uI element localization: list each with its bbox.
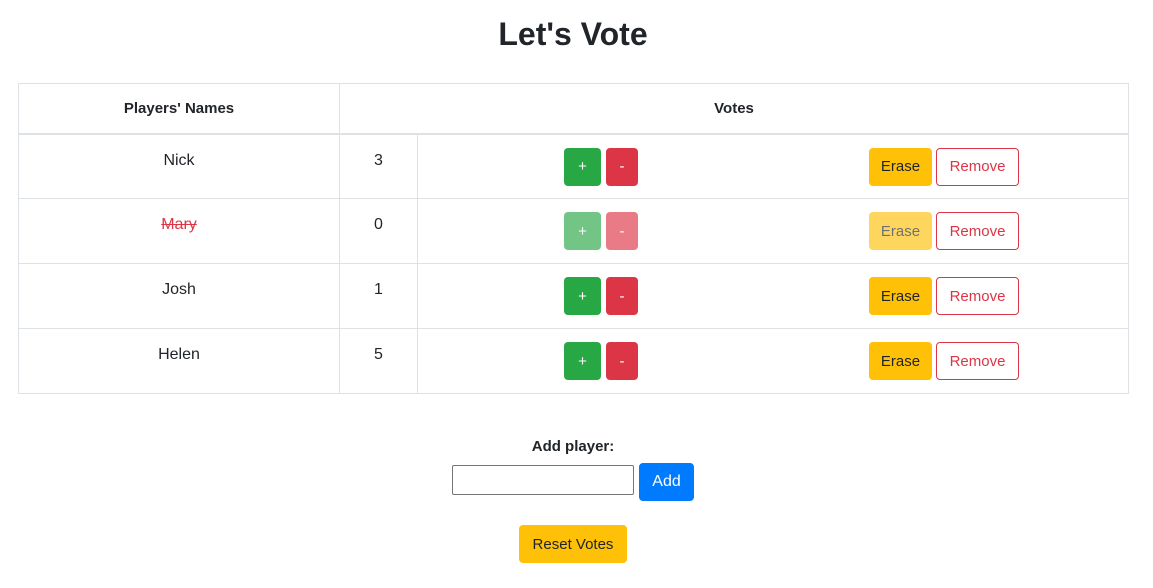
vote-minus-button[interactable]: -: [606, 342, 638, 380]
erase-button: Erase: [869, 212, 932, 250]
vote-minus-button[interactable]: -: [606, 277, 638, 315]
vote-plus-button[interactable]: +: [564, 147, 601, 186]
header-votes: Votes: [338, 83, 1130, 135]
remove-button[interactable]: Remove: [936, 277, 1019, 315]
table-row: Mary 0 + - Erase Remove: [18, 198, 1130, 264]
vote-count: 5: [339, 328, 418, 394]
vote-minus-button[interactable]: -: [606, 147, 638, 186]
player-name: Josh: [18, 263, 340, 329]
row-actions: + - Erase Remove: [416, 133, 1130, 199]
erase-button[interactable]: Erase: [869, 147, 932, 186]
vote-count: 0: [339, 198, 418, 264]
row-actions: + - Erase Remove: [416, 328, 1130, 394]
remove-button[interactable]: Remove: [936, 212, 1019, 250]
vote-plus-button[interactable]: +: [564, 277, 601, 315]
vote-plus-button[interactable]: +: [564, 342, 601, 380]
player-name-struck: Mary: [161, 216, 197, 233]
vote-count: 3: [339, 133, 418, 199]
player-name: Helen: [18, 328, 340, 394]
add-player-button[interactable]: Add: [639, 463, 694, 501]
player-name: Nick: [18, 133, 340, 199]
row-actions: + - Erase Remove: [416, 198, 1130, 264]
vote-plus-button: +: [564, 212, 601, 250]
remove-button[interactable]: Remove: [936, 147, 1019, 186]
add-player-label: Add player:: [531, 438, 615, 455]
table-row: Nick 3 + - Erase Remove: [18, 133, 1130, 199]
vote-count: 1: [339, 263, 418, 329]
table-row: Helen 5 + - Erase Remove: [18, 328, 1130, 394]
table-header-row: Players' Names Votes: [18, 83, 1130, 135]
erase-button[interactable]: Erase: [869, 342, 932, 380]
header-players-names: Players' Names: [18, 83, 340, 135]
vote-minus-button: -: [606, 212, 638, 250]
page-title: Let's Vote: [498, 16, 648, 52]
add-player-input[interactable]: [452, 465, 634, 495]
votes-table: Players' Names Votes Nick 3 + - Erase Re…: [18, 83, 1130, 394]
player-name: Mary: [18, 198, 340, 264]
table-row: Josh 1 + - Erase Remove: [18, 263, 1130, 329]
reset-votes-button[interactable]: Reset Votes: [519, 525, 627, 563]
row-actions: + - Erase Remove: [416, 263, 1130, 329]
erase-button[interactable]: Erase: [869, 277, 932, 315]
remove-button[interactable]: Remove: [936, 342, 1019, 380]
